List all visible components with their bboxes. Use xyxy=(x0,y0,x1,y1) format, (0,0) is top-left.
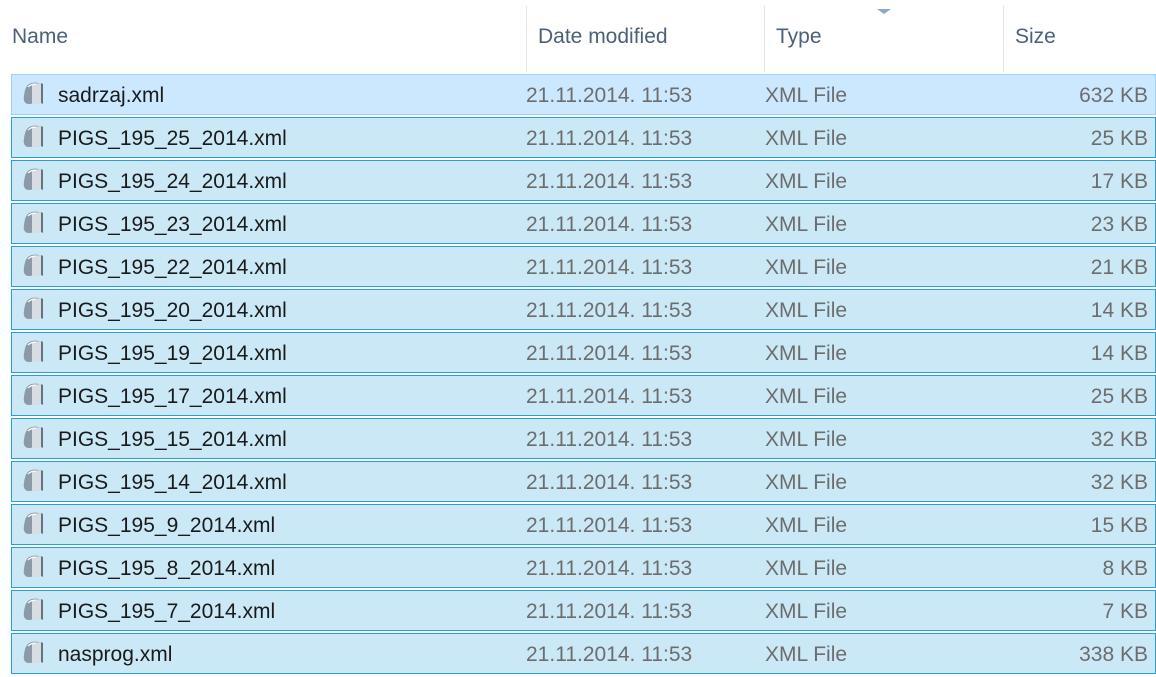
file-date-modified: 21.11.2014. 11:53 xyxy=(526,385,693,408)
file-size: 32 KB xyxy=(1090,428,1148,451)
file-type: XML File xyxy=(765,600,848,623)
xml-file-icon xyxy=(20,512,48,536)
file-row[interactable]: PIGS_195_15_2014.xml 21.11.2014. 11:53 XML… xyxy=(11,418,1156,459)
file-name: sadrzaj.xml xyxy=(58,84,165,107)
file-list-view: Name Date modified Type Size sadrzaj.xml… xyxy=(0,0,1156,676)
file-type: XML File xyxy=(765,428,848,451)
file-name: PIGS_195_8_2014.xml xyxy=(58,557,276,580)
file-size: 15 KB xyxy=(1090,514,1148,537)
file-type: XML File xyxy=(765,127,848,150)
file-type: XML File xyxy=(765,213,848,236)
file-name: PIGS_195_19_2014.xml xyxy=(58,342,287,365)
file-row[interactable]: PIGS_195_7_2014.xml 21.11.2014. 11:53 XML … xyxy=(11,590,1156,631)
file-type: XML File xyxy=(765,342,848,365)
xml-file-icon xyxy=(20,426,48,450)
file-type: XML File xyxy=(765,84,848,107)
column-header-name[interactable]: Name xyxy=(0,0,526,72)
file-name: PIGS_195_17_2014.xml xyxy=(58,385,287,408)
file-date-modified: 21.11.2014. 11:53 xyxy=(526,299,693,322)
xml-file-icon xyxy=(20,383,48,407)
file-size: 25 KB xyxy=(1090,127,1148,150)
file-date-modified: 21.11.2014. 11:53 xyxy=(526,342,693,365)
file-size: 632 KB xyxy=(1079,84,1148,107)
xml-file-icon xyxy=(20,641,48,665)
file-row[interactable]: PIGS_195_8_2014.xml 21.11.2014. 11:53 XML … xyxy=(11,547,1156,588)
file-type: XML File xyxy=(765,643,848,666)
file-date-modified: 21.11.2014. 11:53 xyxy=(526,170,693,193)
xml-file-icon xyxy=(20,254,48,278)
file-date-modified: 21.11.2014. 11:53 xyxy=(526,213,693,236)
file-size: 21 KB xyxy=(1090,256,1148,279)
file-size: 32 KB xyxy=(1090,471,1148,494)
file-type: XML File xyxy=(765,471,848,494)
xml-file-icon xyxy=(20,555,48,579)
file-size: 25 KB xyxy=(1090,385,1148,408)
file-name: PIGS_195_7_2014.xml xyxy=(58,600,276,623)
file-date-modified: 21.11.2014. 11:53 xyxy=(526,127,693,150)
file-name: nasprog.xml xyxy=(58,643,173,666)
file-row[interactable]: PIGS_195_14_2014.xml 21.11.2014. 11:53 XML… xyxy=(11,461,1156,502)
file-name: PIGS_195_23_2014.xml xyxy=(58,213,287,236)
xml-file-icon xyxy=(20,340,48,364)
file-row[interactable]: PIGS_195_23_2014.xml 21.11.2014. 11:53 XML… xyxy=(11,203,1156,244)
file-date-modified: 21.11.2014. 11:53 xyxy=(526,256,693,279)
file-row[interactable]: PIGS_195_19_2014.xml 21.11.2014. 11:53 XML… xyxy=(11,332,1156,373)
file-date-modified: 21.11.2014. 11:53 xyxy=(526,557,693,580)
file-type: XML File xyxy=(765,514,848,537)
file-date-modified: 21.11.2014. 11:53 xyxy=(526,514,693,537)
xml-file-icon xyxy=(20,469,48,493)
xml-file-icon xyxy=(20,211,48,235)
file-name: PIGS_195_14_2014.xml xyxy=(58,471,287,494)
file-name: PIGS_195_24_2014.xml xyxy=(58,170,287,193)
file-name: PIGS_195_22_2014.xml xyxy=(58,256,287,279)
file-date-modified: 21.11.2014. 11:53 xyxy=(526,428,693,451)
file-row[interactable]: PIGS_195_17_2014.xml 21.11.2014. 11:53 XML… xyxy=(11,375,1156,416)
file-type: XML File xyxy=(765,170,848,193)
xml-file-icon xyxy=(20,297,48,321)
column-header-size[interactable]: Size xyxy=(1003,0,1156,72)
file-row[interactable]: PIGS_195_25_2014.xml 21.11.2014. 11:53 XML… xyxy=(11,117,1156,158)
xml-file-icon xyxy=(20,168,48,192)
file-row[interactable]: PIGS_195_9_2014.xml 21.11.2014. 11:53 XML … xyxy=(11,504,1156,545)
file-row[interactable]: sadrzaj.xml 21.11.2014. 11:53 XML File 632 … xyxy=(11,74,1156,115)
file-date-modified: 21.11.2014. 11:53 xyxy=(526,471,693,494)
file-row[interactable]: PIGS_195_24_2014.xml 21.11.2014. 11:53 XML… xyxy=(11,160,1156,201)
file-row[interactable]: PIGS_195_22_2014.xml 21.11.2014. 11:53 XML… xyxy=(11,246,1156,287)
file-size: 8 KB xyxy=(1102,557,1148,580)
file-type: XML File xyxy=(765,256,848,279)
file-row[interactable]: PIGS_195_20_2014.xml 21.11.2014. 11:53 XML… xyxy=(11,289,1156,330)
file-date-modified: 21.11.2014. 11:53 xyxy=(526,84,693,107)
xml-file-icon xyxy=(20,598,48,622)
xml-file-icon xyxy=(20,125,48,149)
file-size: 17 KB xyxy=(1090,170,1148,193)
sort-indicator-icon xyxy=(877,9,891,14)
column-header-date-modified[interactable]: Date modified xyxy=(526,0,764,72)
file-date-modified: 21.11.2014. 11:53 xyxy=(526,600,693,623)
file-rows: sadrzaj.xml 21.11.2014. 11:53 XML File 632 … xyxy=(11,74,1156,676)
xml-file-icon xyxy=(20,82,48,106)
file-size: 7 KB xyxy=(1102,600,1148,623)
file-size: 338 KB xyxy=(1079,643,1148,666)
file-size: 14 KB xyxy=(1090,342,1148,365)
file-name: PIGS_195_15_2014.xml xyxy=(58,428,287,451)
file-name: PIGS_195_9_2014.xml xyxy=(58,514,276,537)
file-size: 23 KB xyxy=(1090,213,1148,236)
column-header-bar: Name Date modified Type Size xyxy=(0,0,1156,72)
file-type: XML File xyxy=(765,557,848,580)
file-name: PIGS_195_20_2014.xml xyxy=(58,299,287,322)
file-name: PIGS_195_25_2014.xml xyxy=(58,127,287,150)
file-row[interactable]: nasprog.xml 21.11.2014. 11:53 XML File 338 … xyxy=(11,633,1156,674)
file-size: 14 KB xyxy=(1090,299,1148,322)
file-date-modified: 21.11.2014. 11:53 xyxy=(526,643,693,666)
file-type: XML File xyxy=(765,299,848,322)
file-type: XML File xyxy=(765,385,848,408)
